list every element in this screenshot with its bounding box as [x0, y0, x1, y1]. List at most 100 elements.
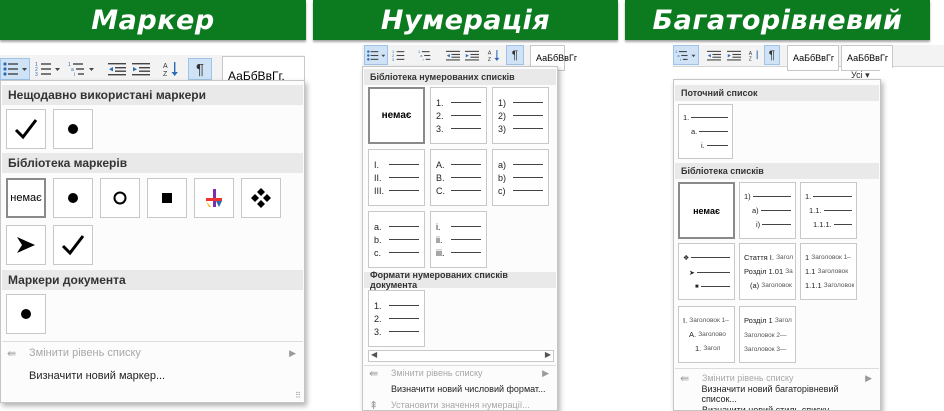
- svg-text:A: A: [163, 63, 168, 70]
- numbering-document-format[interactable]: 1. 2. 3.: [368, 290, 425, 347]
- decrease-indent-icon-2[interactable]: [444, 45, 462, 65]
- numbering-dropdown: Бібліотека нумерованих списків немає 1. 2…: [362, 66, 558, 411]
- svg-text:i: i: [680, 57, 681, 62]
- bullet-square[interactable]: [147, 178, 187, 218]
- multilevel-format-3[interactable]: ❖ ➤ ■: [678, 243, 735, 300]
- numbering-format-1[interactable]: 1. 2. 3.: [430, 87, 487, 144]
- section-current-list: Поточний список: [675, 85, 879, 101]
- bullets-button[interactable]: [0, 58, 30, 80]
- bullet-circle[interactable]: [100, 178, 140, 218]
- svg-text:i: i: [74, 72, 75, 77]
- define-new-number-format[interactable]: Визначити новий числовий формат...: [369, 381, 549, 397]
- multilevel-button-3[interactable]: 1ai: [673, 45, 699, 65]
- multilevel-format-1[interactable]: 1) a) i): [739, 182, 796, 239]
- screenshot-root: Маркер Нумерація Багаторівневий 1 2 3 1 …: [0, 0, 944, 411]
- pilcrow-button-3[interactable]: ¶: [764, 45, 780, 65]
- svg-text:Z: Z: [163, 71, 168, 77]
- change-level-icon: ⇚: [7, 347, 17, 360]
- section-recent-bullets: Нещодавно використані маркери: [2, 85, 303, 105]
- multilevel-format-6[interactable]: I. Заголовок 1– A. Заголово 1. Загол: [678, 306, 735, 363]
- bullet-dot-document[interactable]: [6, 294, 46, 334]
- bullet-check[interactable]: [53, 225, 93, 265]
- decrease-indent-icon-3[interactable]: [705, 45, 723, 65]
- define-new-multilevel[interactable]: Визначити новий багаторівневий список...: [680, 384, 872, 404]
- current-list-preview[interactable]: 1. a. i.: [678, 104, 733, 159]
- set-numbering-value[interactable]: ⇞ Установити значення нумерації...: [369, 397, 549, 411]
- multilevel-button[interactable]: 1 a i: [66, 58, 98, 80]
- section-list-library: Бібліотека списків: [675, 163, 879, 179]
- change-list-level[interactable]: ⇚ Змінити рівень списку ▶: [7, 343, 296, 363]
- bullet-arrowhead[interactable]: [6, 225, 46, 265]
- change-list-level-2[interactable]: ⇚ Змінити рівень списку ▶: [369, 365, 549, 381]
- multilevel-format-5[interactable]: 1 Заголовок 1– 1.1 Заголовок 1.1.1 Загол…: [800, 243, 857, 300]
- multilevel-format-7[interactable]: Розділ 1 Загол Заголовок 2— Заголовок 3—: [739, 306, 796, 363]
- style-preview-3a[interactable]: АаБбВвГг: [787, 45, 839, 71]
- define-new-bullet-label: Визначити новий маркер...: [29, 370, 166, 382]
- numbering-format-7[interactable]: i. ii. iii.: [430, 211, 487, 268]
- svg-text:i: i: [423, 57, 424, 61]
- diamond-bullet-icon: ❖: [683, 254, 690, 262]
- header-multilevel: Багаторівневий: [625, 0, 930, 40]
- numbering-button[interactable]: 1 2 3: [33, 58, 63, 80]
- bullet-none[interactable]: немає: [6, 178, 46, 218]
- multilevel-format-4[interactable]: Стаття I. Загол Розділ 1.01 За (a) Загол…: [739, 243, 796, 300]
- bullet-dot[interactable]: [53, 178, 93, 218]
- bullets-button-2[interactable]: [364, 45, 388, 65]
- numbering-format-6[interactable]: a. b. c.: [368, 211, 425, 268]
- document-page: [880, 68, 944, 411]
- bullet-four-diamonds[interactable]: [241, 178, 281, 218]
- sort-icon[interactable]: AZ: [160, 58, 182, 80]
- submenu-arrow-icon: ▶: [289, 347, 296, 358]
- menu-separator-3: [675, 368, 879, 369]
- multilevel-dropdown: Поточний список 1. a. i. Бібліотека спис…: [673, 79, 881, 411]
- numbering-none[interactable]: немає: [368, 87, 425, 144]
- square-bullet-icon: ■: [695, 283, 699, 290]
- ribbon-numbering: 123 1ai AZ ¶ АаБбВвГг: [362, 45, 577, 71]
- bullet-cross-colored[interactable]: [194, 178, 234, 218]
- change-level-icon-3: ⇚: [680, 372, 690, 385]
- sort-icon-2[interactable]: AZ: [485, 45, 503, 65]
- horizontal-scrollbar[interactable]: ◀ ▶: [368, 350, 554, 362]
- submenu-arrow-icon-3: ▶: [865, 372, 872, 383]
- sort-icon-3[interactable]: AZ: [746, 45, 762, 65]
- numbering-button-2[interactable]: 123: [390, 45, 414, 65]
- svg-text:Z: Z: [748, 56, 751, 61]
- section-document-bullets: Маркери документа: [2, 270, 303, 290]
- submenu-arrow-icon-2: ▶: [542, 367, 549, 378]
- section-bullet-library: Бібліотека маркерів: [2, 153, 303, 173]
- bullets-dropdown: Нещодавно використані маркери Бібліотека…: [0, 80, 305, 403]
- increase-indent-icon-3[interactable]: [725, 45, 743, 65]
- svg-text:3: 3: [392, 57, 394, 61]
- section-numbering-library: Бібліотека нумерованих списків: [364, 69, 556, 85]
- set-value-icon: ⇞: [369, 399, 379, 411]
- multilevel-button-2[interactable]: 1ai: [416, 45, 440, 65]
- svg-text:A: A: [488, 50, 492, 56]
- header-marker: Маркер: [0, 0, 306, 40]
- numbering-format-2[interactable]: 1) 2) 3): [492, 87, 549, 144]
- decrease-indent-icon[interactable]: [106, 58, 128, 80]
- multilevel-format-2[interactable]: 1. 1.1. 1.1.1.: [800, 182, 857, 239]
- ribbon-multilevel: 1ai AZ ¶ АаБбВвГг АаБбВвГг Усі ▾: [673, 45, 944, 80]
- ribbon-bullets: 1 2 3 1 a i AZ ¶ АаБбВвГг,: [0, 55, 305, 96]
- bullet-dot-recent[interactable]: [53, 109, 93, 149]
- increase-indent-icon[interactable]: [130, 58, 152, 80]
- change-level-icon-2: ⇚: [369, 367, 379, 380]
- define-new-bullet[interactable]: Визначити новий маркер...: [7, 366, 296, 386]
- numbering-format-4[interactable]: A. B. C.: [430, 149, 487, 206]
- change-list-level-label: Змінити рівень списку: [29, 347, 141, 359]
- section-document-numbering: Формати нумерованих списків документа: [364, 270, 556, 290]
- bullet-check-recent[interactable]: [6, 109, 46, 149]
- pilcrow-button-2[interactable]: ¶: [506, 45, 524, 65]
- numbering-format-5[interactable]: a) b) c): [492, 149, 549, 206]
- pilcrow-button[interactable]: ¶: [188, 58, 212, 80]
- svg-text:Z: Z: [488, 56, 492, 61]
- scroll-left-icon[interactable]: ◀: [371, 350, 377, 359]
- scroll-right-icon[interactable]: ▶: [545, 350, 551, 359]
- arrow-bullet-icon: ➤: [689, 269, 695, 277]
- increase-indent-icon-2[interactable]: [463, 45, 481, 65]
- resize-grip-icon[interactable]: ⠿: [295, 391, 301, 400]
- multilevel-none[interactable]: немає: [678, 182, 735, 239]
- define-new-list-style[interactable]: Визначити новий стиль списку...: [680, 402, 872, 410]
- menu-separator: [2, 341, 303, 342]
- numbering-format-3[interactable]: I. II. III.: [368, 149, 425, 206]
